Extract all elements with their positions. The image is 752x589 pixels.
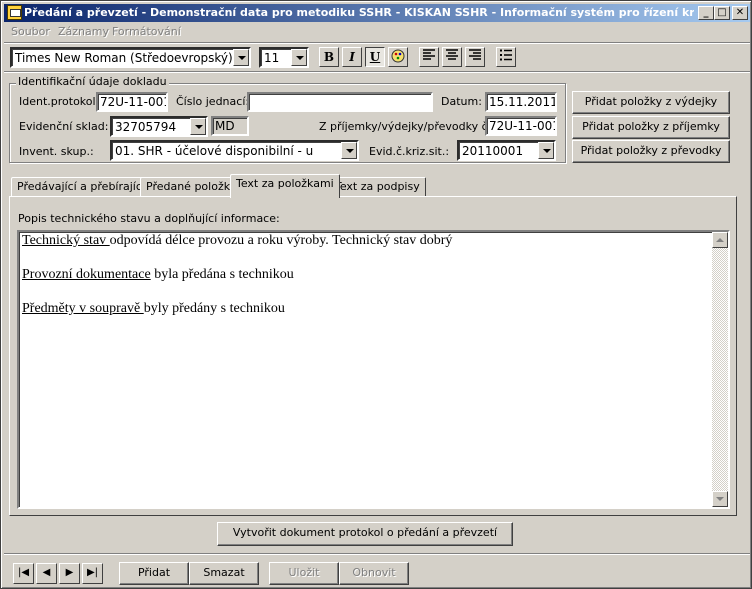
menu-zaznamy[interactable]: Záznamy xyxy=(58,25,109,38)
toolbar-separator xyxy=(4,71,750,73)
invent-skup-label: Invent. skup.: xyxy=(19,145,94,158)
menu-formatovani[interactable]: Formátování xyxy=(112,25,181,38)
editor-line-2-underlined: Provozní dokumentace xyxy=(22,267,151,282)
scroll-up-icon[interactable] xyxy=(712,232,728,248)
tab-text-za-polozkami[interactable]: Text za položkami xyxy=(230,174,340,198)
invent-skup-value: 01. SHR - účelové disponibilní - u xyxy=(115,144,314,158)
color-button[interactable] xyxy=(388,47,408,67)
minimize-button[interactable]: _ xyxy=(698,6,714,20)
font-name-value: Times New Roman (Středoevropský) xyxy=(15,51,233,65)
editor-line-1-underlined: Technický stav xyxy=(22,233,110,248)
chevron-down-icon[interactable] xyxy=(291,49,307,66)
menu-separator xyxy=(4,42,750,44)
tab-predavajici[interactable]: Předávající a přebírající xyxy=(11,177,151,197)
editor-line-1: Technický stav odpovídá délce provozu a … xyxy=(22,233,452,249)
bottom-separator xyxy=(4,553,750,555)
add-button[interactable]: Přidat xyxy=(119,562,189,585)
bullet-list-icon xyxy=(500,49,512,61)
title-bar[interactable]: Předání a převzetí - Demonstrační data p… xyxy=(4,4,750,22)
align-center-icon xyxy=(446,49,458,60)
bold-button[interactable]: B xyxy=(319,47,339,67)
editor-caption: Popis technického stavu a doplňující inf… xyxy=(18,212,280,225)
delete-button[interactable]: Smazat xyxy=(189,562,259,585)
align-right-icon xyxy=(469,49,481,60)
evid-kriz-value: 20110001 xyxy=(462,144,524,158)
chevron-down-icon[interactable] xyxy=(341,142,357,159)
editor-line-2: Provozní dokumentace byla předána s tech… xyxy=(22,267,294,283)
invent-skup-select[interactable]: 01. SHR - účelové disponibilní - u xyxy=(110,140,359,161)
ident-protokolu-label: Ident.protokolu: xyxy=(19,95,107,108)
evidencni-sklad-value: 32705794 xyxy=(115,120,177,134)
z-prijemky-input[interactable]: 72U-11-001 xyxy=(485,116,557,136)
create-protocol-button[interactable]: Vytvořit dokument protokol o předání a p… xyxy=(217,522,513,546)
evidencni-sklad-select[interactable]: 32705794 xyxy=(110,116,208,137)
chevron-down-icon[interactable] xyxy=(190,118,206,135)
tab-predane-polozky[interactable]: Předané položky xyxy=(140,177,243,197)
bullet-list-button[interactable] xyxy=(496,47,516,67)
editor-line-2-text: byla předána s technikou xyxy=(150,267,294,282)
ident-group-title: Identifikační údaje dokladu xyxy=(16,75,169,88)
font-size-value: 11 xyxy=(264,51,280,65)
palette-icon xyxy=(391,49,405,63)
align-right-button[interactable] xyxy=(465,47,485,67)
scroll-down-icon[interactable] xyxy=(712,491,728,507)
cislo-jednaci-label: Číslo jednací: xyxy=(176,95,250,108)
align-left-button[interactable] xyxy=(419,47,439,67)
nav-prev-button[interactable]: ◀ xyxy=(36,563,57,584)
app-icon xyxy=(7,5,22,20)
tab-panel: Popis technického stavu a doplňující inf… xyxy=(9,196,737,516)
evid-kriz-select[interactable]: 20110001 xyxy=(457,140,556,161)
save-button[interactable]: Uložit xyxy=(269,562,339,585)
z-prijemky-label: Z příjemky/výdejky/převodky č.: xyxy=(319,120,495,133)
editor-scrollbar[interactable] xyxy=(712,232,728,507)
editor-line-1-text: odpovídá délce provozu a roku výroby. Te… xyxy=(109,233,453,248)
add-from-prevodka-button[interactable]: Přidat položky z převodky xyxy=(572,140,730,163)
close-button[interactable]: ✕ xyxy=(732,6,748,20)
align-center-button[interactable] xyxy=(442,47,462,67)
underline-button[interactable]: U xyxy=(365,47,385,67)
editor-line-3-text: byly předány s technikou xyxy=(143,301,285,316)
italic-button[interactable]: I xyxy=(342,47,362,67)
sklad-code-field: MD xyxy=(211,116,249,136)
editor-line-3-underlined: Předměty v soupravě xyxy=(22,301,144,316)
nav-last-button[interactable]: ▶| xyxy=(82,563,103,584)
editor-line-3: Předměty v soupravě byly předány s techn… xyxy=(22,301,285,317)
nav-first-button[interactable]: |◀ xyxy=(13,563,34,584)
refresh-button[interactable]: Obnovit xyxy=(339,562,409,585)
font-name-select[interactable]: Times New Roman (Středoevropský) xyxy=(10,47,251,68)
menu-bar: Soubor Záznamy Formátování xyxy=(4,23,750,41)
evidencni-sklad-label: Evidenční sklad: xyxy=(19,120,109,133)
window-title: Předání a převzetí - Demonstrační data p… xyxy=(24,6,694,19)
description-editor[interactable]: Technický stav odpovídá délce provozu a … xyxy=(17,230,730,509)
ident-protokolu-input[interactable]: 72U-11-001 xyxy=(96,92,168,112)
font-size-select[interactable]: 11 xyxy=(259,47,309,68)
evid-kriz-label: Evid.č.kriz.sit.: xyxy=(369,145,450,158)
datum-label: Datum: xyxy=(441,95,482,108)
add-from-vydejka-button[interactable]: Přidat položky z výdejky xyxy=(572,91,730,114)
chevron-down-icon[interactable] xyxy=(233,49,249,66)
add-from-prijemka-button[interactable]: Přidat položky z příjemky xyxy=(572,116,730,139)
maximize-button[interactable]: □ xyxy=(714,6,730,20)
tab-text-za-podpisy[interactable]: Text za podpisy xyxy=(329,177,426,197)
main-window: Předání a převzetí - Demonstrační data p… xyxy=(0,0,752,589)
align-left-icon xyxy=(423,49,435,60)
nav-next-button[interactable]: ▶ xyxy=(59,563,80,584)
cislo-jednaci-input[interactable] xyxy=(247,92,433,112)
chevron-down-icon[interactable] xyxy=(538,142,554,159)
menu-soubor[interactable]: Soubor xyxy=(11,25,50,38)
datum-input[interactable]: 15.11.2011 xyxy=(485,92,557,112)
